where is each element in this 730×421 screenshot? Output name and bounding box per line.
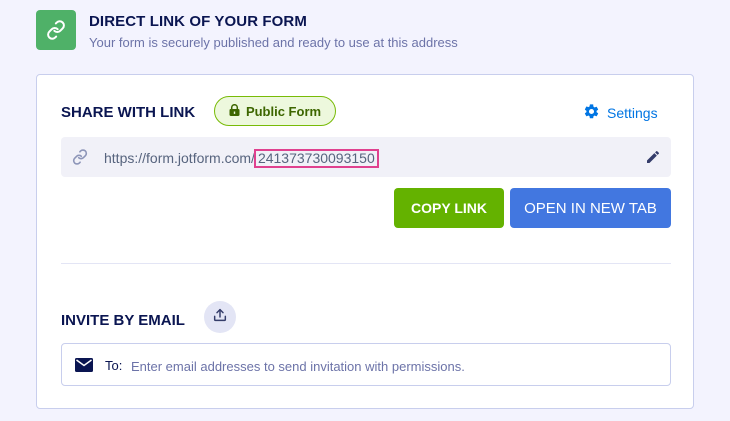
- public-form-label: Public Form: [245, 103, 322, 119]
- open-in-new-tab-button[interactable]: OPEN IN NEW TAB: [510, 188, 671, 228]
- public-form-badge: Public Form: [214, 96, 336, 126]
- form-url-base: https://form.jotform.com/: [104, 150, 255, 166]
- form-url-text: https://form.jotform.com/241373730093150: [104, 149, 379, 168]
- link-icon: [72, 149, 88, 170]
- upload-icon: [212, 307, 228, 328]
- settings-button[interactable]: Settings: [583, 103, 658, 123]
- email-invite-field[interactable]: To:: [61, 343, 671, 386]
- invite-by-email-title: INVITE BY EMAIL: [61, 312, 185, 329]
- share-with-link-title: SHARE WITH LINK: [61, 104, 196, 121]
- form-id-highlight: 241373730093150: [253, 149, 379, 168]
- edit-pencil-icon[interactable]: [645, 149, 661, 170]
- mail-icon: [75, 358, 93, 377]
- direct-link-header: DIRECT LINK OF YOUR FORM Your form is se…: [36, 10, 716, 52]
- page-subtitle: Your form is securely published and read…: [89, 35, 458, 50]
- gear-icon: [583, 103, 600, 123]
- copy-link-button[interactable]: COPY LINK: [394, 188, 504, 228]
- form-url-field[interactable]: https://form.jotform.com/241373730093150: [61, 137, 671, 177]
- settings-label: Settings: [607, 105, 658, 121]
- link-icon: [36, 10, 76, 50]
- to-label: To:: [105, 358, 123, 373]
- lock-icon: [229, 103, 240, 119]
- upload-button[interactable]: [204, 301, 236, 333]
- page-title: DIRECT LINK OF YOUR FORM: [89, 13, 307, 30]
- share-card: SHARE WITH LINK Public Form Settings htt…: [36, 74, 694, 409]
- email-input[interactable]: [129, 353, 653, 379]
- section-divider: [61, 263, 671, 264]
